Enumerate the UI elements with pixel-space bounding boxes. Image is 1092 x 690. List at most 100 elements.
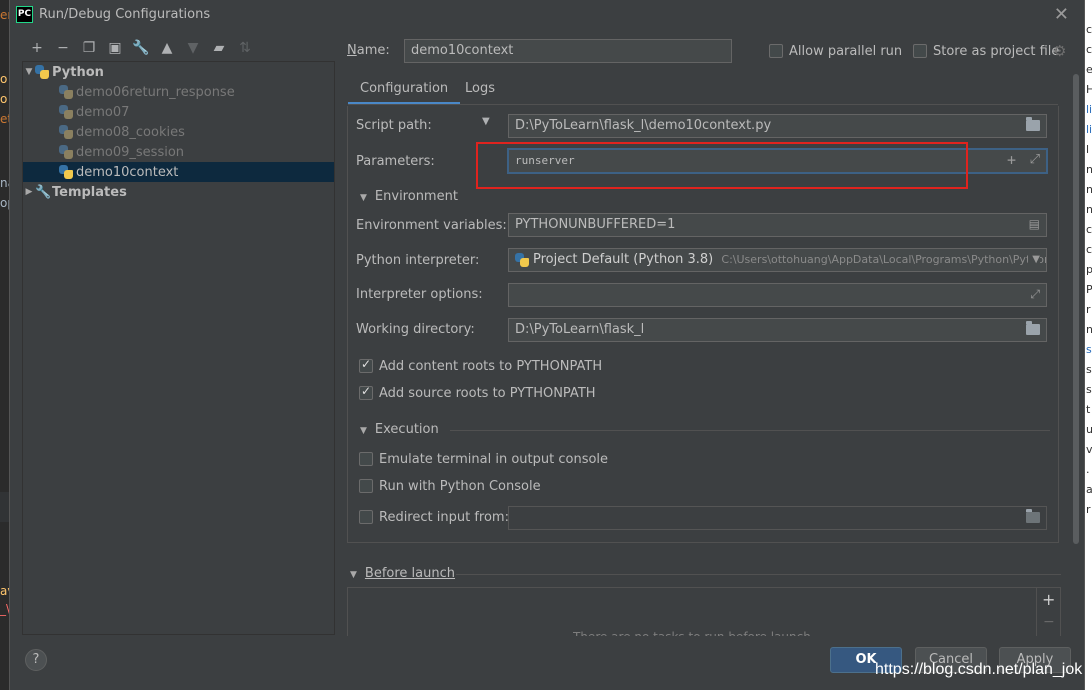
- tree-item[interactable]: demo08_cookies: [23, 122, 334, 142]
- python-console-label: Run with Python Console: [379, 479, 541, 494]
- tree-label: demo07: [76, 104, 130, 120]
- window-title: Run/Debug Configurations: [39, 7, 211, 22]
- doc-fragment: n: [1086, 323, 1092, 336]
- watermark-text: https://blog.csdn.net/plan_jok: [875, 661, 1083, 678]
- tab-logs[interactable]: Logs: [453, 80, 507, 105]
- interp-options-input[interactable]: ⤢: [508, 283, 1047, 307]
- doc-fragment: r: [1086, 503, 1091, 516]
- source-roots-checkbox[interactable]: [359, 384, 373, 400]
- emulate-terminal-checkbox[interactable]: [359, 452, 373, 466]
- tree-label: demo09_session: [76, 144, 185, 160]
- content-roots-label: Add content roots to PYTHONPATH: [379, 359, 603, 374]
- wrench-icon[interactable]: 🔧: [128, 37, 154, 59]
- folder-icon[interactable]: [1026, 321, 1040, 335]
- editor-fragment: o: [0, 92, 8, 106]
- editor-fragment: et: [0, 112, 9, 126]
- close-icon[interactable]: ✕: [1054, 4, 1069, 25]
- name-input[interactable]: demo10context: [404, 39, 732, 63]
- tree-item[interactable]: demo07: [23, 102, 334, 122]
- help-button[interactable]: ?: [25, 649, 47, 671]
- collapse-arrow-icon: ▼: [360, 426, 367, 436]
- gear-icon[interactable]: ⚙: [1053, 42, 1066, 60]
- store-project-label: Store as project file: [933, 44, 1060, 59]
- doc-fragment: v: [1086, 443, 1092, 456]
- minus-icon[interactable]: −: [1043, 614, 1055, 630]
- working-dir-input[interactable]: D:\PyToLearn\flask_l: [508, 318, 1047, 342]
- doc-fragment: u: [1086, 423, 1092, 436]
- tree-item[interactable]: demo09_session: [23, 142, 334, 162]
- editor-fragment: _\: [0, 602, 9, 616]
- collapse-arrow-icon: ▼: [360, 193, 367, 203]
- config-toolbar: + − ❐ ▣ 🔧 ▲ ▼ ▰ ⇅: [24, 37, 258, 59]
- chevron-down-icon[interactable]: ▼: [1028, 254, 1040, 265]
- script-path-input[interactable]: D:\PyToLearn\flask_l\demo10context.py: [508, 114, 1047, 138]
- panel-scrollbar[interactable]: [1072, 74, 1080, 544]
- parameters-value: runserver: [515, 154, 575, 167]
- interpreter-label: Python interpreter:: [356, 253, 480, 268]
- parameters-input[interactable]: runserver + ⤢: [507, 148, 1048, 174]
- editor-fragment: er: [0, 8, 9, 22]
- wrench-icon: 🔧: [35, 184, 52, 200]
- doc-fragment: c: [1086, 23, 1092, 36]
- env-vars-input[interactable]: PYTHONUNBUFFERED=1 ▤: [508, 213, 1047, 237]
- interpreter-path: C:\Users\ottohuang\AppData\Local\Program…: [721, 253, 1047, 266]
- tree-label: Templates: [52, 184, 127, 200]
- docs-background-strip: c c e H li li l n n n c c p P r n s s s …: [1085, 0, 1092, 690]
- chevron-down-icon[interactable]: ▼: [482, 116, 490, 127]
- copy-icon[interactable]: ❐: [76, 37, 102, 59]
- store-project-checkbox[interactable]: [913, 44, 927, 58]
- tab-configuration[interactable]: Configuration: [348, 80, 461, 105]
- editor-fragment: av: [0, 584, 9, 598]
- sort-icon[interactable]: ⇅: [232, 37, 258, 59]
- redirect-input-field[interactable]: [508, 506, 1047, 530]
- scrollbar-thumb[interactable]: [1073, 74, 1079, 544]
- new-folder-icon[interactable]: ▰: [206, 37, 232, 59]
- allow-parallel-label: Allow parallel run: [789, 44, 903, 59]
- folder-icon[interactable]: [1026, 117, 1040, 131]
- doc-fragment: e: [1086, 63, 1092, 76]
- environment-section[interactable]: ▼ Environment: [360, 189, 458, 204]
- doc-fragment: li: [1086, 123, 1092, 136]
- redirect-input-label: Redirect input from:: [379, 510, 509, 525]
- doc-fragment: s: [1086, 383, 1092, 396]
- doc-fragment: c: [1086, 223, 1092, 236]
- doc-fragment: s: [1086, 343, 1092, 356]
- allow-parallel-checkbox[interactable]: [769, 44, 783, 58]
- parameters-label: Parameters:: [356, 154, 435, 169]
- expand-icon[interactable]: ⤢: [1030, 287, 1040, 302]
- doc-fragment: c: [1086, 243, 1092, 256]
- execution-section[interactable]: ▼ Execution: [360, 422, 439, 437]
- arrow-up-icon[interactable]: ▲: [154, 37, 180, 59]
- tree-node-templates[interactable]: ▶ 🔧 Templates: [23, 182, 334, 202]
- arrow-down-icon[interactable]: ▼: [180, 37, 206, 59]
- source-roots-label: Add source roots to PYTHONPATH: [379, 386, 596, 401]
- save-icon[interactable]: ▣: [102, 37, 128, 59]
- document-icon[interactable]: ▤: [1029, 217, 1040, 231]
- doc-fragment: li: [1086, 103, 1092, 116]
- interpreter-select[interactable]: Project Default (Python 3.8) C:\Users\ot…: [508, 248, 1047, 272]
- config-tree: ▼ Python demo06return_response demo07 de…: [22, 61, 335, 635]
- tree-item[interactable]: demo06return_response: [23, 82, 334, 102]
- section-divider: [456, 574, 1061, 575]
- folder-icon[interactable]: [1026, 509, 1040, 523]
- section-title: Environment: [374, 189, 458, 204]
- redirect-input-checkbox[interactable]: [359, 510, 373, 524]
- collapse-arrow-icon[interactable]: ▶: [23, 187, 35, 197]
- section-title: Execution: [374, 422, 439, 437]
- doc-fragment: p: [1086, 263, 1092, 276]
- tree-item-selected[interactable]: demo10context: [23, 162, 334, 182]
- before-launch-section[interactable]: ▼ Before launch: [350, 566, 455, 581]
- doc-fragment: n: [1086, 183, 1092, 196]
- add-icon[interactable]: +: [1007, 151, 1016, 169]
- title-bar: PC Run/Debug Configurations ✕: [10, 0, 1084, 30]
- collapse-arrow-icon: ▼: [350, 570, 357, 580]
- plus-icon[interactable]: +: [24, 37, 50, 59]
- minus-icon[interactable]: −: [50, 37, 76, 59]
- script-path-label: Script path:: [356, 118, 432, 133]
- content-roots-checkbox[interactable]: [359, 357, 373, 373]
- tree-node-python[interactable]: ▼ Python: [23, 62, 334, 82]
- plus-icon[interactable]: +: [1042, 590, 1055, 609]
- expand-arrow-icon[interactable]: ▼: [23, 67, 35, 77]
- expand-icon[interactable]: ⤢: [1030, 152, 1040, 167]
- python-console-checkbox[interactable]: [359, 479, 373, 493]
